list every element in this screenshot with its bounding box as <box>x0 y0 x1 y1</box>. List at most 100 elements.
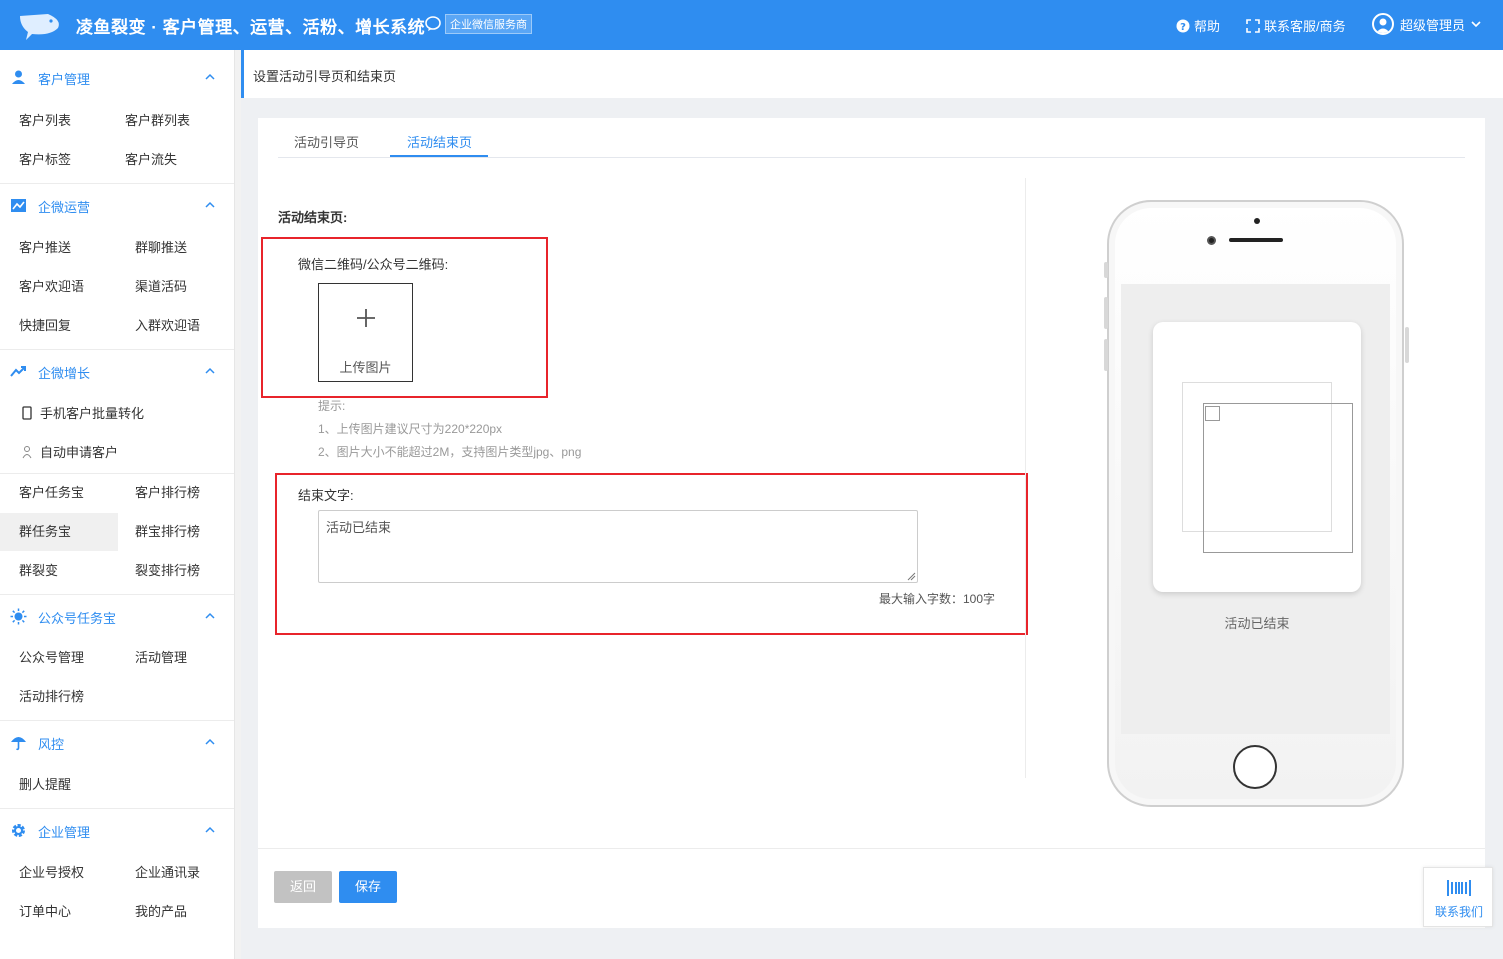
help-icon: ? <box>1176 19 1190 33</box>
sidebar-item-customer-push[interactable]: 客户推送 <box>19 229 71 267</box>
hint-title: 提示: <box>318 399 346 413</box>
sidebar-scrollbar[interactable] <box>235 50 241 959</box>
contact-service-label: 联系客服/商务 <box>1264 19 1346 34</box>
user-menu[interactable]: 超级管理员 <box>1372 13 1485 35</box>
end-text-label: 结束文字: <box>298 488 354 503</box>
end-text-input[interactable]: 活动已结束 <box>318 510 918 583</box>
upload-image-button[interactable]: 上传图片 <box>318 283 413 382</box>
sidebar-item-group-push[interactable]: 群聊推送 <box>135 229 187 267</box>
active-tab-indicator <box>390 155 488 157</box>
partner-badge-group: 企业微信服务商 <box>424 14 532 34</box>
sidebar-item-account-manage[interactable]: 公众号管理 <box>19 639 84 677</box>
person-icon <box>22 446 32 459</box>
end-text-value: 活动已结束 <box>326 520 392 535</box>
sidebar-item-welcome-msg[interactable]: 客户欢迎语 <box>19 268 84 306</box>
barcode-icon <box>1447 880 1471 896</box>
resize-grip-icon[interactable] <box>906 571 916 581</box>
sidebar-item-group-welcome[interactable]: 入群欢迎语 <box>135 307 200 345</box>
upload-label: 上传图片 <box>339 360 392 375</box>
sidebar-item-corp-contacts[interactable]: 企业通讯录 <box>135 854 200 892</box>
contact-us-button[interactable]: 联系我们 <box>1423 867 1493 927</box>
sidebar-group-label: 公众号任务宝 <box>38 611 117 626</box>
chevron-up-icon <box>205 612 215 619</box>
sidebar-item-customer-task[interactable]: 客户任务宝 <box>19 474 84 512</box>
sidebar: 客户管理 客户列表 客户群列表 客户标签 客户流失 企微运营 客户推送 群聊推送… <box>0 50 235 959</box>
phone-sensor <box>1207 236 1216 245</box>
sidebar-group-label: 客户管理 <box>38 72 91 87</box>
sidebar-item-customer-list[interactable]: 客户列表 <box>19 102 71 140</box>
user-avatar-icon <box>1376 18 1390 33</box>
fullscreen-icon <box>1246 18 1260 33</box>
sidebar-item-customer-churn[interactable]: 客户流失 <box>125 141 177 179</box>
phone-icon <box>22 406 32 420</box>
max-chars-hint: 最大输入字数：100字 <box>879 592 996 606</box>
tab-bar: 活动引导页 活动结束页 <box>278 118 1465 158</box>
hint-format: 2、图片大小不能超过2M，支持图片类型jpg、png <box>318 445 582 459</box>
sidebar-item-label: 自动申请客户 <box>40 445 119 460</box>
sidebar-item-quick-reply[interactable]: 快捷回复 <box>19 307 71 345</box>
sidebar-group-operations[interactable]: 企微运营 <box>0 183 234 227</box>
sidebar-group-customer[interactable]: 客户管理 <box>0 56 234 100</box>
breadcrumb-text: 设置活动引导页和结束页 <box>253 69 397 84</box>
trend-icon <box>10 366 26 377</box>
tab-end-page[interactable]: 活动结束页 <box>407 132 472 151</box>
qr-image-frame <box>1203 403 1353 553</box>
sidebar-item-batch-convert[interactable]: 手机客户批量转化 <box>22 395 144 433</box>
sidebar-group-label: 企业管理 <box>38 825 91 840</box>
svg-text:?: ? <box>1180 22 1186 33</box>
plus-icon <box>357 309 375 327</box>
sidebar-item-orders[interactable]: 订单中心 <box>19 893 71 931</box>
user-icon <box>12 70 25 84</box>
umbrella-icon <box>11 737 26 751</box>
sidebar-item-customer-rank[interactable]: 客户排行榜 <box>135 474 200 512</box>
gear-icon <box>12 824 25 837</box>
sidebar-item-group-task[interactable]: 群任务宝 <box>0 513 118 551</box>
sidebar-item-activity-manage[interactable]: 活动管理 <box>135 639 187 677</box>
chevron-down-icon <box>1471 21 1481 28</box>
sidebar-group-enterprise[interactable]: 企业管理 <box>0 808 234 852</box>
sidebar-item-fission-rank[interactable]: 裂变排行榜 <box>135 552 200 590</box>
phone-camera <box>1254 218 1260 224</box>
partner-badge: 企业微信服务商 <box>445 14 532 34</box>
sidebar-item-group-rank[interactable]: 群宝排行榜 <box>135 513 200 551</box>
sidebar-item-my-products[interactable]: 我的产品 <box>135 893 187 931</box>
sidebar-item-label: 手机客户批量转化 <box>40 406 145 421</box>
sidebar-group-official-account[interactable]: 公众号任务宝 <box>0 594 234 638</box>
contact-us-label: 联系我们 <box>1434 905 1483 919</box>
sidebar-group-label: 风控 <box>38 737 65 752</box>
help-link[interactable]: ? 帮助 <box>1176 16 1220 35</box>
phone-speaker <box>1229 238 1283 242</box>
footer-divider <box>258 848 1485 849</box>
tab-guide-page[interactable]: 活动引导页 <box>294 132 359 151</box>
main-card: 活动引导页 活动结束页 活动结束页: 微信二维码/公众号二维码: 上传图片 提示… <box>258 118 1485 928</box>
wecom-icon <box>425 16 441 31</box>
sidebar-item-group-list[interactable]: 客户群列表 <box>125 102 190 140</box>
sidebar-item-channel-code[interactable]: 渠道活码 <box>135 268 187 306</box>
preview-end-text: 活动已结束 <box>1224 616 1290 631</box>
phone-side-button <box>1104 339 1108 371</box>
broken-image-icon <box>1205 406 1220 421</box>
user-name: 超级管理员 <box>1400 17 1466 33</box>
breadcrumb: 设置活动引导页和结束页 <box>241 50 1503 98</box>
back-button[interactable]: 返回 <box>274 871 332 903</box>
sidebar-item-group-fission[interactable]: 群裂变 <box>19 552 58 590</box>
sidebar-item-auto-apply[interactable]: 自动申请客户 <box>22 434 118 472</box>
sidebar-item-delete-alert[interactable]: 删人提醒 <box>19 766 71 804</box>
sidebar-group-growth[interactable]: 企微增长 <box>0 349 234 393</box>
sidebar-group-label: 企微增长 <box>38 366 91 381</box>
contact-service-link[interactable]: 联系客服/商务 <box>1246 16 1346 35</box>
sidebar-item-customer-tags[interactable]: 客户标签 <box>19 141 71 179</box>
qr-preview-card <box>1153 322 1361 592</box>
sidebar-item-activity-rank[interactable]: 活动排行榜 <box>19 678 84 716</box>
sidebar-item-corp-auth[interactable]: 企业号授权 <box>19 854 84 892</box>
qr-label: 微信二维码/公众号二维码: <box>298 257 449 272</box>
fish-logo-icon[interactable] <box>18 10 64 40</box>
top-header: 凌鱼裂变 · 客户管理、运营、活粉、增长系统 企业微信服务商 ? 帮助 联系客服… <box>0 0 1503 50</box>
phone-home-button <box>1233 745 1277 789</box>
hint-size: 1、上传图片建议尺寸为220*220px <box>318 422 503 436</box>
save-button[interactable]: 保存 <box>339 871 397 903</box>
chevron-up-icon <box>205 367 215 374</box>
app-title: 凌鱼裂变 · 客户管理、运营、活粉、增长系统 <box>76 18 426 37</box>
sidebar-group-risk[interactable]: 风控 <box>0 720 234 764</box>
sidebar-group-label: 企微运营 <box>38 200 91 215</box>
